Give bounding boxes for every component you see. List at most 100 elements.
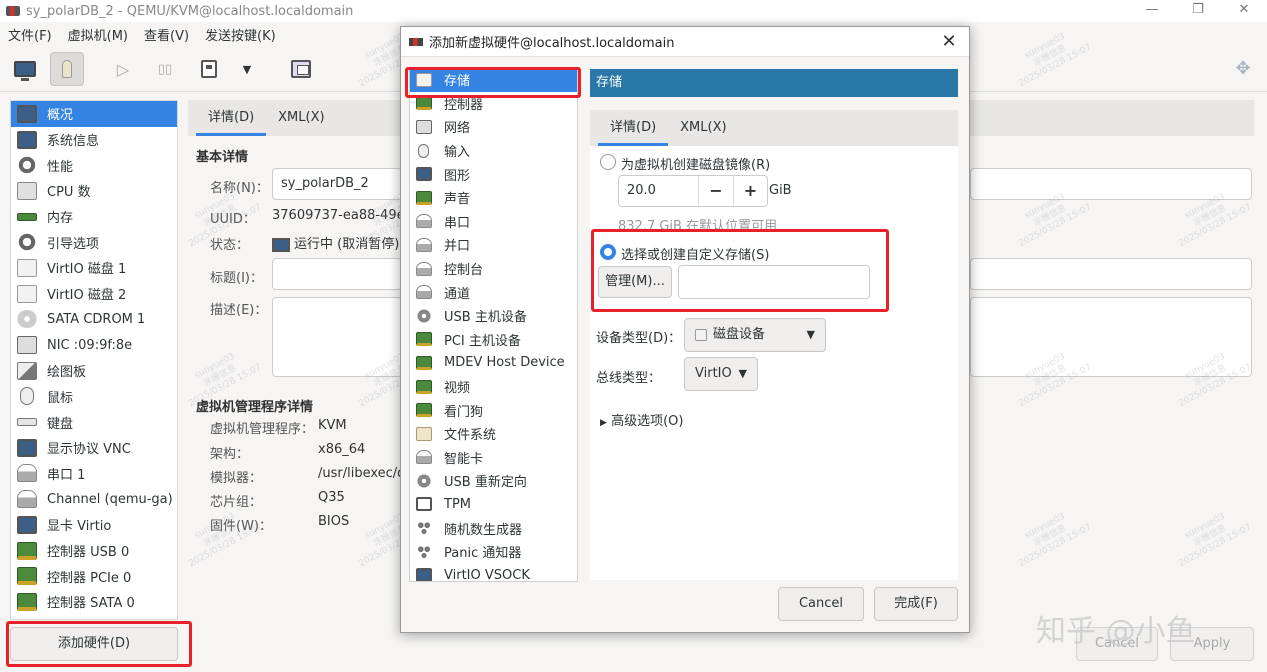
sidebar-item[interactable]: 绘图板 — [11, 358, 177, 384]
sidebar-item[interactable]: VirtIO 磁盘 1 — [11, 255, 177, 281]
advanced-options-expander[interactable]: ▶ 高级选项(O) — [600, 410, 683, 429]
custom-storage-radio[interactable] — [600, 244, 616, 260]
fullscreen-button[interactable]: ✥ — [1226, 52, 1260, 86]
sidebar-item[interactable]: 鼠标 — [11, 384, 177, 410]
sidebar-item[interactable]: 内存 — [11, 204, 177, 230]
hypervisor-details-header: 虚拟机管理程序详情 — [196, 400, 314, 415]
increment-button[interactable]: + — [733, 176, 767, 206]
sidebar-item[interactable]: 控制器 PCIe 0 — [11, 563, 177, 589]
hardware-type-item[interactable]: 并口 — [410, 233, 577, 257]
shutdown-menu-button[interactable]: ▼ — [230, 52, 264, 86]
create-image-label[interactable]: 为虚拟机创建磁盘镜像(R) — [621, 154, 770, 173]
title-field[interactable] — [272, 258, 402, 290]
dialog-finish-button[interactable]: 完成(F) — [874, 587, 958, 621]
tab-xml[interactable]: XML(X) — [668, 112, 738, 146]
add-hardware-button[interactable]: 添加硬件(D) — [10, 627, 178, 661]
dialog-cancel-button[interactable]: Cancel — [778, 587, 864, 621]
hardware-type-item[interactable]: 通道 — [410, 280, 577, 304]
run-button[interactable]: ▷ — [106, 52, 140, 86]
sidebar-item[interactable]: 键盘 — [11, 409, 177, 435]
hardware-type-item[interactable]: USB 重新定向 — [410, 469, 577, 493]
create-image-radio[interactable] — [600, 154, 616, 170]
hardware-type-label: 图形 — [444, 168, 471, 184]
snapshot-button[interactable] — [284, 52, 318, 86]
device-type-select[interactable]: 磁盘设备 ▼ — [684, 318, 826, 352]
hardware-type-item[interactable]: 控制台 — [410, 257, 577, 281]
sidebar-item[interactable]: 性能 — [11, 152, 177, 178]
custom-storage-label[interactable]: 选择或创建自定义存储(S) — [621, 244, 769, 263]
hardware-type-item[interactable]: PCI 主机设备 — [410, 328, 577, 352]
hardware-type-item[interactable]: USB 主机设备 — [410, 304, 577, 328]
hardware-type-item[interactable]: 网络 — [410, 115, 577, 139]
disk-size-value[interactable]: 20.0 — [619, 176, 699, 206]
manage-button[interactable]: 管理(M)... — [598, 266, 672, 298]
pause-button[interactable]: ▯▯ — [148, 52, 182, 86]
serial-icon — [416, 237, 432, 252]
details-view-button[interactable] — [50, 52, 84, 86]
hardware-type-item[interactable]: TPM — [410, 493, 577, 517]
hardware-type-item[interactable]: 看门狗 — [410, 398, 577, 422]
serial-icon — [416, 285, 432, 300]
decrement-button[interactable]: − — [699, 176, 733, 206]
sidebar-item[interactable]: SATA CDROM 1 — [11, 307, 177, 333]
sidebar-item[interactable]: 显示协议 VNC — [11, 435, 177, 461]
disk-size-spinner[interactable]: 20.0 − + — [618, 175, 768, 207]
sidebar-item[interactable]: 控制器 USB 0 — [11, 538, 177, 564]
name-label: 名称(N)： — [210, 181, 269, 196]
close-icon[interactable]: ✕ — [939, 31, 959, 52]
hardware-type-item[interactable]: 视频 — [410, 375, 577, 399]
minimize-icon[interactable]: — — [1129, 0, 1175, 22]
hardware-type-item[interactable]: MDEV Host Device — [410, 351, 577, 375]
menu-file[interactable]: 文件(F) — [8, 25, 52, 44]
console-view-button[interactable] — [8, 52, 42, 86]
serial-icon — [416, 261, 432, 276]
name-field[interactable]: sy_polarDB_2 — [272, 168, 402, 200]
hardware-type-item[interactable]: 存储 — [410, 68, 577, 92]
sidebar-item[interactable]: 概况 — [11, 101, 177, 127]
sidebar-item[interactable]: 引导选项 — [11, 229, 177, 255]
sidebar-item[interactable]: CPU 数 — [11, 178, 177, 204]
tab-details[interactable]: 详情(D) — [196, 102, 267, 136]
serial-icon — [416, 450, 432, 465]
sidebar-item[interactable]: 控制器 SATA 0 — [11, 589, 177, 615]
sidebar-item[interactable]: NIC :09:9f:8e — [11, 332, 177, 358]
hardware-type-label: 文件系统 — [444, 428, 497, 444]
sidebar-item-label: VirtIO 磁盘 1 — [47, 262, 127, 278]
sidebar-item[interactable]: Channel (qemu-ga) — [11, 486, 177, 512]
keyboard-icon — [17, 418, 37, 427]
card-icon — [17, 567, 37, 586]
hardware-type-item[interactable]: 控制器 — [410, 92, 577, 116]
sidebar-item-label: 性能 — [47, 159, 74, 175]
shutdown-button[interactable] — [192, 52, 226, 86]
storage-header: 存储 — [590, 69, 958, 97]
sidebar-item-label: CPU 数 — [47, 185, 91, 201]
hardware-type-item[interactable]: 串口 — [410, 210, 577, 234]
sidebar-item[interactable]: 系统信息 — [11, 127, 177, 153]
hardware-type-label: 智能卡 — [444, 451, 484, 467]
maximize-icon[interactable]: ❐ — [1175, 0, 1221, 22]
tab-details[interactable]: 详情(D) — [598, 112, 669, 146]
hardware-type-label: PCI 主机设备 — [444, 333, 521, 349]
hardware-type-item[interactable]: VirtIO VSOCK — [410, 563, 577, 581]
menu-vm[interactable]: 虚拟机(M) — [68, 25, 128, 44]
hardware-type-item[interactable]: 随机数生成器 — [410, 516, 577, 540]
size-unit: GiB — [769, 183, 792, 198]
tablet-icon — [17, 361, 37, 380]
sidebar-item[interactable]: VirtIO 磁盘 2 — [11, 281, 177, 307]
close-icon[interactable]: ✕ — [1221, 0, 1267, 22]
description-field[interactable] — [272, 297, 402, 377]
tab-xml[interactable]: XML(X) — [266, 102, 336, 136]
sidebar-item[interactable]: 串口 1 — [11, 461, 177, 487]
hardware-type-item[interactable]: 图形 — [410, 162, 577, 186]
add-hardware-dialog: 添加新虚拟硬件@localhost.localdomain ✕ 存储 控制器 网络输… — [400, 26, 970, 633]
menu-send-key[interactable]: 发送按键(K) — [205, 25, 276, 44]
menu-view[interactable]: 查看(V) — [144, 25, 189, 44]
bus-type-select[interactable]: VirtIO ▼ — [684, 357, 758, 391]
storage-path-input[interactable] — [678, 265, 870, 299]
hardware-type-item[interactable]: 输入 — [410, 139, 577, 163]
hardware-type-item[interactable]: 声音 — [410, 186, 577, 210]
sidebar-item[interactable]: 显卡 Virtio — [11, 512, 177, 538]
hardware-type-item[interactable]: 智能卡 — [410, 446, 577, 470]
hardware-type-item[interactable]: 文件系统 — [410, 422, 577, 446]
hardware-type-item[interactable]: Panic 通知器 — [410, 540, 577, 564]
